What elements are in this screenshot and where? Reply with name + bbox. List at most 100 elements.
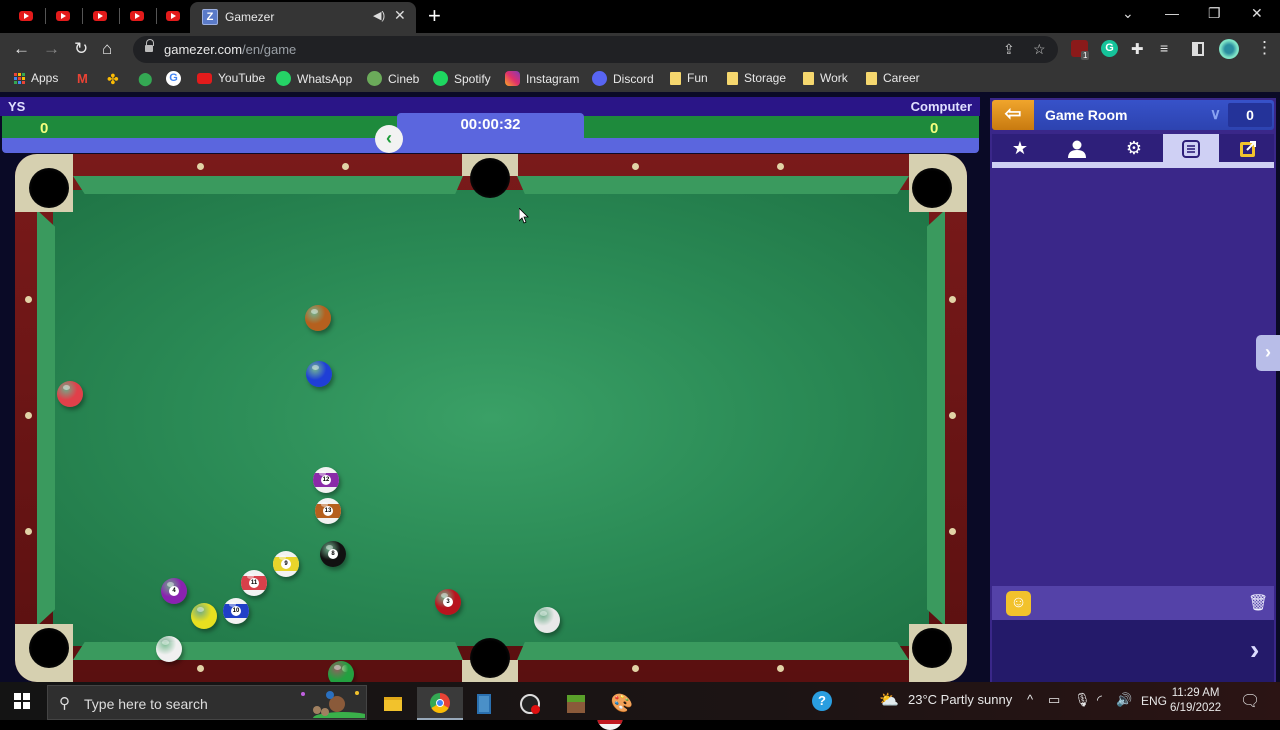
ball-11-red-stripe: 11 [241, 570, 267, 596]
bookmark-youtube[interactable]: YouTube [197, 71, 265, 85]
tray-overflow-chevron-icon[interactable]: ^ [1027, 692, 1033, 707]
trash-icon[interactable]: 🗑 [1248, 593, 1268, 613]
ball-13-orange-stripe: 13 [315, 498, 341, 524]
emoji-smiley-button[interactable]: ☺ [1006, 591, 1031, 616]
room-dropdown-chevron-icon[interactable]: ∨ [1210, 105, 1221, 123]
audio-playing-icon[interactable]: ◀) [373, 9, 385, 22]
youtube-tab-1[interactable] [8, 6, 44, 26]
back-button[interactable]: ← [13, 39, 30, 59]
photos-icon: ✤ [107, 71, 119, 87]
tab-players[interactable] [1049, 134, 1105, 162]
ball-cue[interactable] [156, 636, 182, 662]
bookmark-photos[interactable]: ✤ [107, 71, 119, 88]
bookmark-instagram[interactable]: Instagram [505, 71, 579, 86]
bookmark-folder-fun[interactable]: Fun [670, 71, 708, 85]
reload-button[interactable]: ↻ [74, 39, 88, 59]
help-icon[interactable]: ? [812, 691, 832, 711]
bookmark-google[interactable]: G [166, 71, 181, 86]
taskbar-file-explorer[interactable] [370, 687, 416, 720]
taskbar-search-box[interactable]: ⚲ Type here to search [47, 685, 373, 724]
chat-input-bar[interactable]: ☺ 🗑 [992, 586, 1274, 620]
taskbar-calculator[interactable] [461, 687, 507, 720]
cushion-top-left [73, 176, 463, 194]
ball-9-yellow-stripe: 9 [273, 551, 299, 577]
bookmark-label: Work [820, 71, 848, 85]
bookmark-folder-storage[interactable]: Storage [727, 71, 786, 85]
extensions-puzzle-icon[interactable]: ✚ [1131, 40, 1144, 58]
taskbar-paint[interactable]: 🎨 [599, 687, 645, 720]
lock-icon[interactable] [145, 39, 154, 52]
weather-text[interactable]: 23°C Partly sunny [908, 692, 1012, 707]
tab-popout[interactable] [1220, 134, 1276, 162]
bookmark-whatsapp[interactable]: WhatsApp [276, 71, 352, 86]
taskbar-obs[interactable] [507, 687, 553, 720]
grammarly-extension-icon[interactable]: G [1101, 40, 1118, 57]
cushion-top-right [517, 176, 909, 194]
youtube-icon [130, 11, 144, 21]
tab-settings[interactable]: ⚙ [1106, 134, 1162, 162]
taskbar-chrome[interactable] [417, 687, 463, 720]
battery-icon[interactable]: ▭ [1048, 692, 1060, 708]
table-felt[interactable] [53, 190, 929, 646]
bookmark-gmail[interactable]: M [77, 71, 88, 86]
close-window-button[interactable]: ✕ [1251, 5, 1263, 22]
profile-avatar[interactable] [1219, 39, 1239, 59]
pool-table[interactable]: 12 13 8 9 11 4 10 3 [15, 154, 967, 730]
notifications-icon[interactable]: 🗨 [1240, 691, 1260, 711]
restore-button[interactable]: ❐ [1208, 5, 1221, 22]
windows-start-icon[interactable] [14, 693, 30, 709]
ball-shine [441, 593, 448, 598]
bookmark-apps[interactable]: Apps [14, 71, 58, 85]
share-icon[interactable]: ⇪ [1003, 41, 1015, 58]
ball-shine [197, 607, 204, 612]
tab-chat[interactable] [1163, 134, 1219, 162]
send-arrow-icon[interactable]: › [1250, 634, 1259, 666]
side-panel-icon[interactable] [1192, 42, 1204, 56]
bookmark-folder-career[interactable]: Career [866, 71, 920, 85]
media-controls-icon[interactable]: ≡ [1160, 40, 1168, 56]
youtube-tab-5[interactable] [155, 6, 191, 26]
ball-shine [167, 582, 174, 587]
wifi-icon[interactable]: ◜ [1097, 692, 1102, 708]
ball-shine [63, 385, 70, 390]
tab-indicator [992, 162, 1274, 168]
bookmark-spotify[interactable]: Spotify [433, 71, 491, 86]
microphone-icon[interactable]: 🎙 [1074, 692, 1091, 708]
ball-red [57, 381, 83, 407]
volume-icon[interactable]: 🔊 [1116, 692, 1132, 708]
new-tab-button[interactable]: + [428, 3, 441, 29]
bookmark-folder-work[interactable]: Work [803, 71, 848, 85]
ball-number: 11 [249, 578, 259, 588]
ball-shine [540, 611, 547, 616]
taskbar-minecraft[interactable] [553, 687, 599, 720]
chrome-menu-icon[interactable]: ⋮ [1256, 38, 1273, 58]
tab-favorites[interactable]: ★ [992, 134, 1048, 162]
active-tab-gamezer[interactable]: Z Gamezer ◀) ✕ [190, 2, 416, 33]
ball-shine [162, 640, 169, 645]
minimize-button[interactable]: — [1165, 5, 1179, 21]
clock[interactable]: 11:29 AM 6/19/2022 [1170, 686, 1221, 716]
youtube-tab-3[interactable] [82, 6, 118, 26]
close-tab-icon[interactable]: ✕ [394, 7, 406, 24]
gamezer-favicon-icon: Z [202, 9, 218, 25]
bookmark-label: Instagram [526, 71, 580, 86]
bookmark-star-icon[interactable]: ☆ [1033, 41, 1046, 58]
popout-icon [1238, 138, 1258, 158]
youtube-icon [166, 11, 180, 21]
bookmark-maps[interactable]: ⬤ [138, 71, 153, 87]
exit-room-button[interactable]: ⇦ [992, 100, 1034, 130]
collapse-back-button[interactable]: ‹ [375, 125, 403, 153]
address-bar[interactable]: gamezer.com/en/game ⇪ ☆ [133, 36, 1058, 63]
bookmark-discord[interactable]: Discord [592, 71, 654, 86]
forward-button[interactable]: → [43, 39, 60, 59]
folder-icon [803, 71, 814, 85]
youtube-tab-4[interactable] [119, 6, 155, 26]
bookmark-cineb[interactable]: Cineb [367, 71, 419, 86]
weather-partly-sunny-icon[interactable]: ⛅ [879, 690, 899, 710]
youtube-tab-2[interactable] [45, 6, 81, 26]
home-button[interactable]: ⌂ [102, 39, 112, 59]
expand-sidebar-button[interactable]: › [1256, 335, 1280, 371]
language-indicator[interactable]: ENG [1141, 694, 1167, 708]
tab-search-chevron-icon[interactable]: ⌄ [1122, 5, 1134, 22]
search-icon: ⚲ [59, 695, 70, 712]
